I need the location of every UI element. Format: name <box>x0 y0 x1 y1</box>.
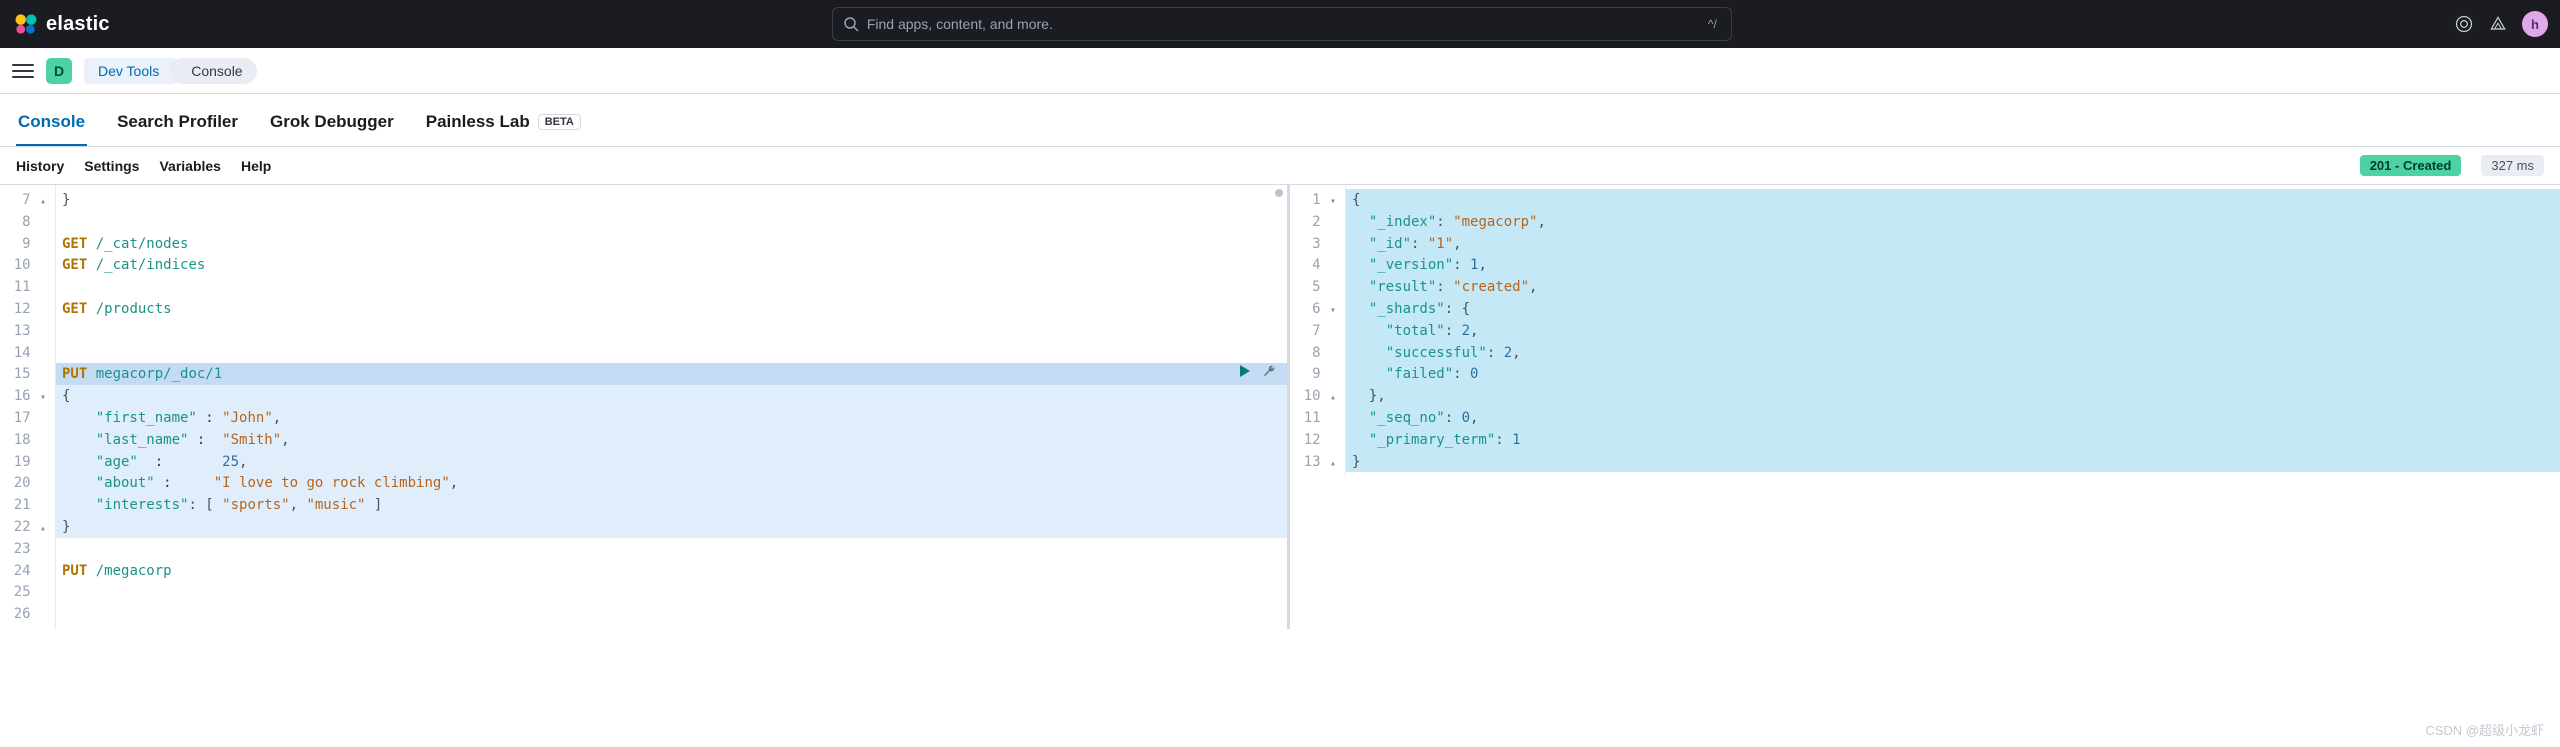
global-header: elastic Find apps, content, and more. ^/… <box>0 0 2560 48</box>
response-time-badge: 327 ms <box>2481 155 2544 176</box>
request-options-icon[interactable] <box>1261 363 1277 386</box>
tab-painless-lab[interactable]: Painless LabBETA <box>424 104 583 146</box>
search-icon <box>843 16 859 32</box>
search-shortcut: ^/ <box>1704 16 1721 32</box>
user-avatar[interactable]: h <box>2522 11 2548 37</box>
nav-toggle-icon[interactable] <box>12 60 34 82</box>
response-gutter: 1 ▾2 3 4 5 6 ▾7 8 9 10 ▴11 12 13 ▴ <box>1290 185 1346 476</box>
header-left: elastic <box>12 10 110 38</box>
space-selector[interactable]: D <box>46 58 72 84</box>
global-search[interactable]: Find apps, content, and more. ^/ <box>832 7 1732 41</box>
avatar-initial: h <box>2531 17 2539 32</box>
request-body[interactable]: } GET /_cat/nodesGET /_cat/indices GET /… <box>56 185 1287 629</box>
toolbar-variables[interactable]: Variables <box>159 158 221 174</box>
header-center: Find apps, content, and more. ^/ <box>832 7 1732 41</box>
breadcrumbs: Dev Tools Console <box>84 58 251 84</box>
response-status-badge: 201 - Created <box>2360 155 2462 176</box>
toolbar-links: History Settings Variables Help <box>16 158 271 174</box>
header-right: h <box>2454 11 2548 37</box>
app-header: D Dev Tools Console <box>0 48 2560 94</box>
request-editor[interactable]: 7 ▴8 9 10 11 12 13 14 15 16 ▾17 18 19 20… <box>0 185 1287 629</box>
response-pane: 1 ▾2 3 4 5 6 ▾7 8 9 10 ▴11 12 13 ▴ { "_i… <box>1290 185 2560 629</box>
search-placeholder: Find apps, content, and more. <box>867 16 1053 32</box>
breadcrumb-console: Console <box>169 58 256 84</box>
response-body: { "_index": "megacorp", "_id": "1", "_ve… <box>1346 185 2560 476</box>
request-gutter: 7 ▴8 9 10 11 12 13 14 15 16 ▾17 18 19 20… <box>0 185 56 629</box>
toolbar-history[interactable]: History <box>16 158 64 174</box>
elastic-logo[interactable]: elastic <box>12 10 110 38</box>
brand-text: elastic <box>46 13 110 36</box>
response-editor[interactable]: 1 ▾2 3 4 5 6 ▾7 8 9 10 ▴11 12 13 ▴ { "_i… <box>1290 185 2560 476</box>
tab-grok-debugger[interactable]: Grok Debugger <box>268 104 396 146</box>
integrations-icon[interactable] <box>2488 14 2508 34</box>
tab-search-profiler[interactable]: Search Profiler <box>115 104 240 146</box>
breadcrumb-devtools[interactable]: Dev Tools <box>84 58 175 84</box>
run-request-icon[interactable] <box>1237 363 1253 386</box>
toolbar-settings[interactable]: Settings <box>84 158 139 174</box>
editor-split: 7 ▴8 9 10 11 12 13 14 15 16 ▾17 18 19 20… <box>0 185 2560 629</box>
devtools-tabs: Console Search Profiler Grok Debugger Painl… <box>0 94 2560 147</box>
watermark-text: CSDN @超级小龙虾 <box>2425 720 2544 739</box>
tab-console[interactable]: Console <box>16 104 87 146</box>
toolbar-help[interactable]: Help <box>241 158 271 174</box>
space-initial: D <box>54 63 64 79</box>
beta-badge: BETA <box>538 114 581 130</box>
elastic-logo-icon <box>12 10 40 38</box>
console-toolbar: History Settings Variables Help 201 - Creat… <box>0 147 2560 185</box>
newsfeed-icon[interactable] <box>2454 14 2474 34</box>
request-pane: 7 ▴8 9 10 11 12 13 14 15 16 ▾17 18 19 20… <box>0 185 1290 629</box>
